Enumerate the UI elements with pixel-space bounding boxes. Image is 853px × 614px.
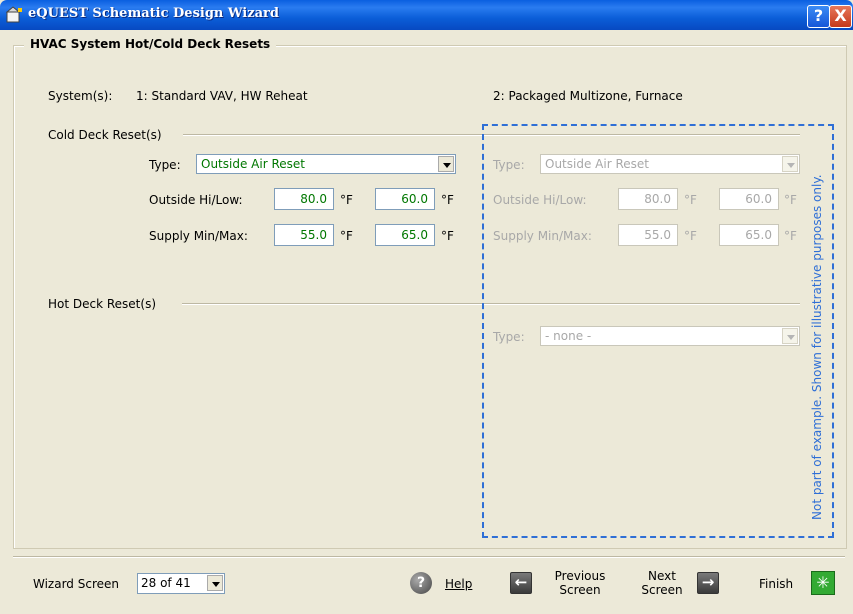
previous-label-line1: Previous: [554, 569, 606, 583]
section-title: HVAC System Hot/Cold Deck Resets: [24, 37, 277, 51]
wizard-screen-label: Wizard Screen: [33, 577, 119, 591]
wizard-screen-select[interactable]: 28 of 41: [137, 573, 225, 594]
previous-screen-button[interactable]: Previous Screen: [545, 569, 615, 597]
hot-deck-heading: Hot Deck Reset(s): [48, 297, 157, 311]
app-icon: [6, 6, 22, 23]
chevron-down-icon[interactable]: [207, 575, 223, 591]
unit-label: °F: [441, 193, 454, 207]
help-icon[interactable]: ?: [410, 572, 432, 594]
help-button[interactable]: Help: [445, 577, 472, 591]
cold-type-value-1: Outside Air Reset: [201, 157, 305, 171]
unit-label: °F: [441, 229, 454, 243]
outside-hi-input-1[interactable]: 80.0: [274, 188, 334, 210]
system1-name: 1: Standard VAV, HW Reheat: [136, 89, 308, 103]
cold-type-label-1: Type:: [149, 158, 181, 172]
system2-name: 2: Packaged Multizone, Furnace: [493, 89, 683, 103]
supply-max-input-1[interactable]: 65.0: [375, 224, 435, 246]
wizard-screen-value: 28 of 41: [141, 576, 191, 590]
arrow-right-icon[interactable]: →: [697, 572, 719, 594]
close-button[interactable]: X: [829, 5, 852, 28]
illustrative-note: Not part of example. Shown for illustrat…: [810, 174, 824, 520]
supply-min-input-1[interactable]: 55.0: [274, 224, 334, 246]
outside-label-1: Outside Hi/Low:: [149, 193, 243, 207]
cold-type-select-1[interactable]: Outside Air Reset: [196, 154, 456, 174]
next-label-line1: Next: [648, 569, 676, 583]
footer-rule: [13, 556, 845, 558]
unit-label: °F: [340, 193, 353, 207]
arrow-left-icon[interactable]: ←: [510, 572, 532, 594]
next-screen-button[interactable]: Next Screen: [632, 569, 692, 597]
finish-button[interactable]: Finish: [759, 577, 793, 591]
cold-deck-heading: Cold Deck Reset(s): [48, 128, 162, 142]
finish-icon[interactable]: ✳: [811, 571, 835, 595]
systems-label: System(s):: [48, 89, 113, 103]
title-help-button[interactable]: ?: [807, 5, 830, 28]
window-title: eQUEST Schematic Design Wizard: [28, 6, 279, 21]
chevron-down-icon[interactable]: [438, 156, 454, 172]
illustrative-box: [482, 124, 834, 538]
previous-label-line2: Screen: [559, 583, 601, 597]
supply-label-1: Supply Min/Max:: [149, 229, 248, 243]
next-label-line2: Screen: [641, 583, 683, 597]
unit-label: °F: [340, 229, 353, 243]
outside-low-input-1[interactable]: 60.0: [375, 188, 435, 210]
